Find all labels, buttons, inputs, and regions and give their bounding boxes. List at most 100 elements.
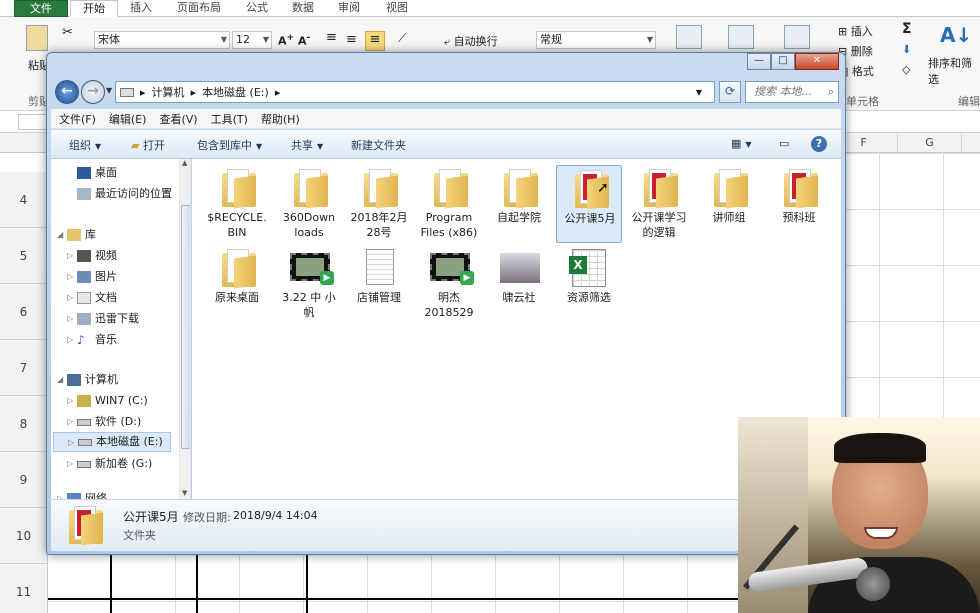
menu-tools[interactable]: 工具(T) [211,111,248,127]
folder-item[interactable]: 讲师组 [696,165,762,243]
row-header-9[interactable]: 9 [0,452,48,508]
folder-item[interactable]: Program Files (x86) [416,165,482,243]
navigation-scrollbar[interactable]: ▲ ▼ [179,159,190,499]
video-file-item[interactable]: ▶ 明杰 2018529 [416,245,482,323]
row-header-11[interactable]: 11 [0,564,48,613]
folder-item[interactable]: 自起学院 [486,165,552,243]
nav-item-libraries[interactable]: ◢ 库 [51,225,179,245]
image-file-item[interactable]: 啸云社 [486,245,552,323]
number-format-select[interactable]: 常规 ▼ [536,31,656,49]
search-input[interactable]: 搜索 本地... ⌕ [745,81,839,103]
expand-arrow-icon[interactable]: ▷ [67,246,73,266]
menu-view[interactable]: 查看(V) [159,111,197,127]
collapse-arrow-icon[interactable]: ◢ [57,370,63,390]
clear-icon[interactable]: ◇ [902,63,910,76]
menu-edit[interactable]: 编辑(E) [109,111,147,127]
scrollbar-thumb[interactable] [181,205,190,449]
nav-item-recent-places[interactable]: 最近访问的位置 [51,184,179,204]
collapse-arrow-icon[interactable]: ◢ [57,225,63,245]
nav-item-network[interactable]: ▷ 网络 [51,489,179,499]
row-header-7[interactable]: 7 [0,340,48,396]
folder-item[interactable]: 原来桌面 [204,245,270,323]
cut-icon[interactable]: ✂ [62,25,73,40]
insert-cells-button[interactable]: ⊞ 插入 [838,23,873,39]
row-header-8[interactable]: 8 [0,396,48,452]
tab-page-layout[interactable]: 页面布局 [170,0,228,17]
share-button[interactable]: 共享 ▼ [291,137,323,153]
nav-item-drive-g[interactable]: ▷ 新加卷 (G:) [51,454,179,474]
nav-item-computer[interactable]: ◢ 计算机 [51,370,179,390]
expand-arrow-icon[interactable]: ▷ [67,288,73,308]
change-view-button[interactable]: ▦ ▼ [731,137,752,150]
nav-item-drive-d[interactable]: ▷ 软件 (D:) [51,412,179,432]
include-in-library-button[interactable]: 包含到库中 ▼ [197,137,262,153]
font-name-select[interactable]: 宋体 ▼ [94,31,230,49]
close-button[interactable]: ✕ [795,53,839,70]
nav-item-pictures[interactable]: ▷ 图片 [51,267,179,287]
row-header-4[interactable]: 4 [0,172,48,228]
folder-item[interactable]: 公开课学习 的逻辑 [626,165,692,243]
conditional-format-icon[interactable] [676,25,702,49]
expand-arrow-icon[interactable]: ▷ [67,267,73,287]
decrease-font-icon[interactable]: A- [298,32,310,48]
tab-insert[interactable]: 插入 [122,0,160,17]
row-header-5[interactable]: 5 [0,228,48,284]
nav-item-documents[interactable]: ▷ 文档 [51,288,179,308]
increase-font-icon[interactable]: A+ [278,32,294,48]
tab-home[interactable]: 开始 [70,0,118,17]
expand-arrow-icon[interactable]: ▷ [67,330,73,350]
excel-file-item[interactable]: X 资源筛选 [556,245,622,323]
expand-arrow-icon[interactable]: ▷ [67,454,73,474]
new-folder-button[interactable]: 新建文件夹 [351,137,406,153]
column-header-g[interactable]: G [898,133,962,153]
folder-item-selected[interactable]: 公开课5月 ➚ [556,165,622,243]
open-button[interactable]: ▰ 打开 [131,137,165,153]
maximize-button[interactable]: □ [771,53,795,70]
row-header-10[interactable]: 10 [0,508,48,564]
expand-arrow-icon[interactable]: ▷ [57,489,63,499]
nav-item-music[interactable]: ▷ ♪ 音乐 [51,330,179,350]
tab-file[interactable]: 文件 [14,0,68,17]
tab-formulas[interactable]: 公式 [238,0,276,17]
breadcrumb-computer[interactable]: 计算机 [152,84,185,100]
font-size-select[interactable]: 12 ▼ [232,31,272,49]
fill-icon[interactable]: ⬇ [902,43,911,56]
expand-arrow-icon[interactable]: ▷ [67,391,73,411]
nav-item-thunder-downloads[interactable]: ▷ 迅雷下载 [51,309,179,329]
tab-view[interactable]: 视图 [378,0,416,17]
preview-pane-icon[interactable]: ▭ [779,137,789,150]
video-file-item[interactable]: ▶ 3.22 中 小 帆 [276,245,342,323]
address-history-icon[interactable]: ▼ [696,88,702,97]
address-bar[interactable]: ▸ 计算机 ▸ 本地磁盘 (E:) ▸ ▼ [115,81,715,103]
select-all-corner[interactable] [0,133,48,153]
align-top-icon[interactable]: ≡ [326,30,337,45]
row-header-6[interactable]: 6 [0,284,48,340]
breadcrumb-drive-e[interactable]: 本地磁盘 (E:) [202,84,269,100]
scroll-down-icon[interactable]: ▼ [182,489,187,497]
organize-button[interactable]: 组织 ▼ [69,137,101,153]
folder-item[interactable]: 2018年2月 28号 [346,165,412,243]
recent-pages-icon[interactable]: ▼ [106,86,112,95]
folder-item[interactable]: 预科班 [766,165,832,243]
autosum-icon[interactable]: Σ [902,21,912,37]
orientation-icon[interactable]: ⟋ [398,31,406,46]
tab-review[interactable]: 审阅 [330,0,368,17]
paste-icon[interactable] [26,25,48,51]
nav-item-desktop[interactable]: 桌面 [51,163,179,183]
wrap-text-button[interactable]: ⤶ 自动换行 [444,33,498,49]
scroll-up-icon[interactable]: ▲ [182,159,187,167]
expand-arrow-icon[interactable]: ▷ [67,309,73,329]
help-icon[interactable]: ? [811,136,827,152]
nav-item-videos[interactable]: ▷ 视频 [51,246,179,266]
align-bottom-icon[interactable]: ≡ [365,31,385,51]
expand-arrow-icon[interactable]: ▷ [68,433,74,453]
forward-button[interactable]: → [81,80,105,104]
refresh-icon[interactable]: ⟳ [719,81,741,103]
nav-item-drive-e[interactable]: ▷ 本地磁盘 (E:) [53,432,171,452]
folder-item[interactable]: 360Down loads [276,165,342,243]
minimize-button[interactable]: — [747,53,771,70]
menu-help[interactable]: 帮助(H) [261,111,300,127]
folder-item[interactable]: $RECYCLE. BIN [204,165,270,243]
tab-data[interactable]: 数据 [284,0,322,17]
back-button[interactable]: ← [55,80,79,104]
